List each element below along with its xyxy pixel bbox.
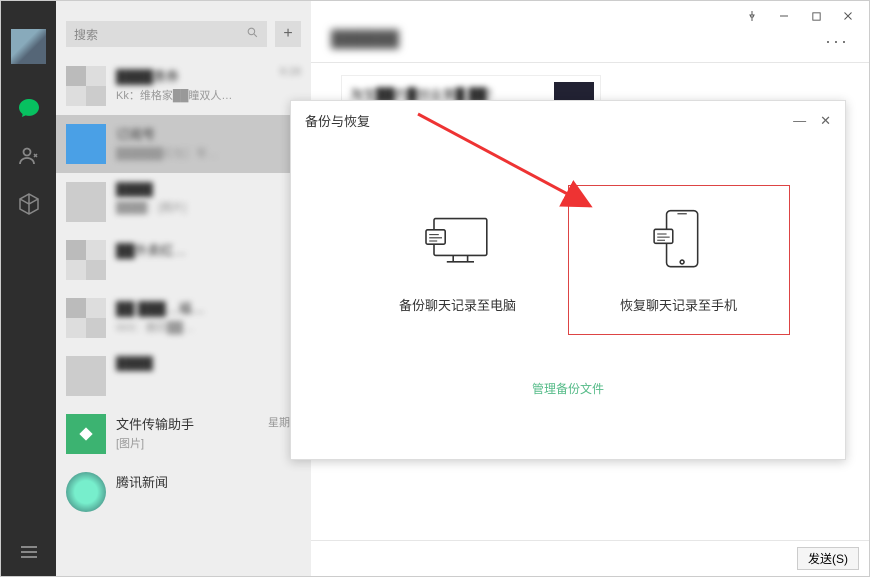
chat-item[interactable]: 文件传输助手星期…[图片] <box>56 405 311 463</box>
chat-avatar <box>66 182 106 222</box>
chat-avatar <box>66 66 106 106</box>
chat-icon[interactable] <box>16 95 42 121</box>
manage-backup-link[interactable]: 管理备份文件 <box>532 382 604 396</box>
titlebar <box>311 1 869 31</box>
chat-item[interactable]: ██ ███…福… 003：撤回██… <box>56 289 311 347</box>
chat-preview: ████：[图片] <box>116 199 301 215</box>
contacts-icon[interactable] <box>16 143 42 169</box>
chat-avatar <box>66 356 106 396</box>
chat-avatar <box>66 240 106 280</box>
chat-title: ████ <box>116 182 153 197</box>
chat-title: ████ <box>116 356 153 371</box>
chat-title: ██ ███…福… <box>116 298 205 317</box>
pin-icon[interactable] <box>745 9 759 23</box>
minimize-icon[interactable] <box>777 9 791 23</box>
chat-title: 文件传输助手 <box>116 414 194 433</box>
chat-avatar <box>66 472 106 512</box>
backup-to-pc-option[interactable]: 备份聊天记录至电脑 <box>348 186 568 334</box>
chat-avatar <box>66 124 106 164</box>
chat-title: 订阅号 <box>116 124 155 143</box>
add-button[interactable]: + <box>275 21 301 47</box>
restore-to-phone-option[interactable]: 恢复聊天记录至手机 <box>569 186 789 334</box>
send-button[interactable]: 发送(S) <box>797 547 859 570</box>
search-placeholder: 搜索 <box>74 26 98 43</box>
chat-preview: [图片] <box>116 435 301 451</box>
chat-title: ████惠券 <box>116 66 179 85</box>
chat-preview: 003：撤回██… <box>116 319 301 335</box>
backup-label: 备份聊天记录至电脑 <box>348 295 568 314</box>
restore-label: 恢复聊天记录至手机 <box>569 295 789 314</box>
search-icon <box>246 26 259 42</box>
chat-title: ██外卖红… <box>116 240 186 259</box>
chat-sidebar: 搜索 + ████惠券 9:28 Kk：维格家██瞳双人… 订阅号 ██████红包］零… <box>56 1 311 576</box>
dialog-minimize-icon[interactable]: — <box>793 113 806 128</box>
close-icon[interactable] <box>841 9 855 23</box>
search-input[interactable]: 搜索 <box>66 21 267 47</box>
dialog-title: 备份与恢复 <box>305 111 370 130</box>
maximize-icon[interactable] <box>809 9 823 23</box>
chat-item[interactable]: ████ <box>56 347 311 405</box>
chat-avatar <box>66 298 106 338</box>
menu-icon[interactable] <box>16 539 42 565</box>
chat-item[interactable]: ██外卖红… <box>56 231 311 289</box>
backup-restore-dialog: 备份与恢复 — ✕ 备份聊天记录至电脑 恢复聊天记录至手机 <box>290 100 846 460</box>
chat-item[interactable]: 订阅号 ██████红包］零… <box>56 115 311 173</box>
chat-header-name: ██████ <box>331 31 399 49</box>
chat-item[interactable]: ████惠券 9:28 Kk：维格家██瞳双人… <box>56 57 311 115</box>
chat-preview: Kk：维格家██瞳双人… <box>116 87 301 103</box>
chat-title: 腾讯新闻 <box>116 472 168 491</box>
more-icon[interactable]: ··· <box>825 31 849 52</box>
chat-item[interactable]: ████ ████：[图片] <box>56 173 311 231</box>
chat-item[interactable]: 腾讯新闻 <box>56 463 311 521</box>
chat-time: 9:28 <box>280 66 301 85</box>
chat-preview: ██████红包］零… <box>116 145 301 161</box>
chat-avatar <box>66 414 106 454</box>
collection-icon[interactable] <box>16 191 42 217</box>
dialog-close-icon[interactable]: ✕ <box>820 113 831 129</box>
chat-list: ████惠券 9:28 Kk：维格家██瞳双人… 订阅号 ██████红包］零… ████… <box>56 57 311 576</box>
avatar[interactable] <box>11 29 46 64</box>
nav-bar <box>1 1 56 576</box>
